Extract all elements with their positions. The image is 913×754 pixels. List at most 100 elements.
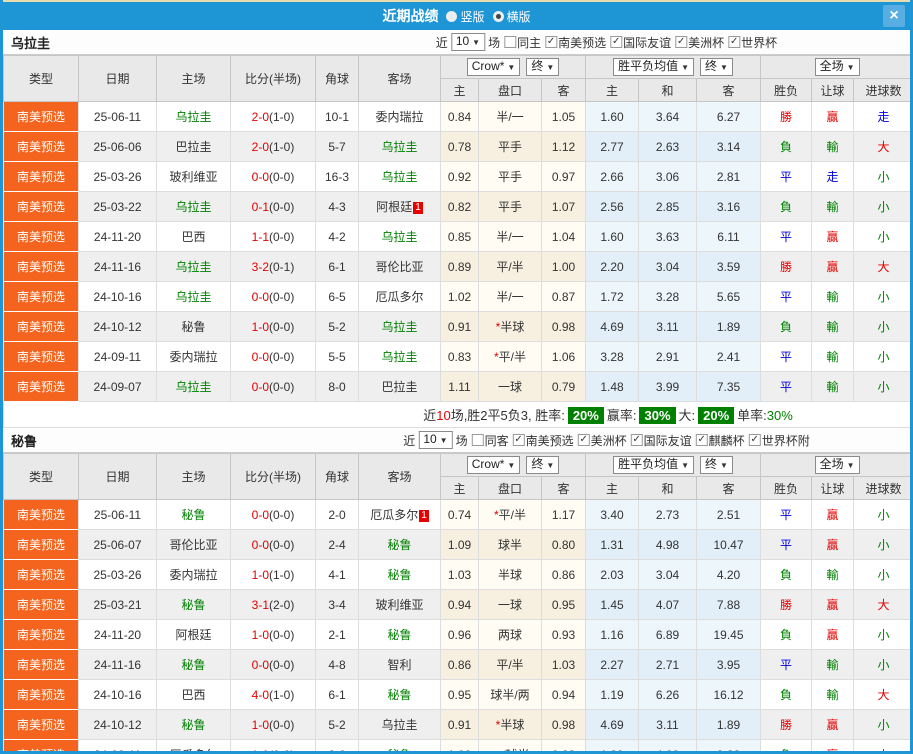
handicap-cell: 半球: [478, 559, 542, 590]
score-cell: 0-0(0-0): [230, 371, 316, 402]
date-cell: 24-10-12: [78, 709, 157, 740]
red-card-badge: 1: [419, 510, 429, 522]
rate-badge: 30%: [639, 407, 676, 424]
competition-checkbox[interactable]: ✓ 美洲杯: [577, 432, 627, 449]
goals-result-cell: 小: [853, 709, 910, 740]
away-team-cell: 乌拉圭: [358, 131, 441, 162]
corner-cell: 2-0: [315, 499, 359, 530]
corner-cell: 6-5: [315, 281, 359, 312]
handicap-cell: 一球: [478, 589, 542, 620]
competition-checkbox[interactable]: ✓ 美洲杯: [675, 34, 724, 51]
match-count-select[interactable]: 10 ▼: [450, 33, 486, 51]
score-cell: 2-0(1-0): [230, 101, 316, 132]
odds-time-select[interactable]: 终 ▼: [526, 58, 560, 76]
column-header: 胜负: [760, 476, 813, 500]
date-cell: 24-10-16: [78, 679, 157, 710]
home-team-cell: 阿根廷: [156, 619, 231, 650]
match-row: 南美预选 25-06-06 巴拉圭 2-0(1-0) 5-7 乌拉圭 0.78 平手 1.12 2…: [3, 131, 910, 162]
competition-checkbox[interactable]: ✓ 南美预选: [512, 432, 574, 449]
mean-home-cell: 1.31: [585, 529, 639, 560]
away-team-cell: 秘鲁: [358, 739, 441, 751]
away-odds-cell: 1.03: [541, 649, 586, 680]
home-team-cell: 秘鲁: [156, 499, 231, 530]
same-venue-checkbox[interactable]: 同主: [504, 34, 541, 51]
column-header: 角球: [315, 453, 359, 500]
match-count-select[interactable]: 10 ▼: [418, 431, 453, 449]
layout-vertical-radio[interactable]: 竖版: [446, 8, 485, 25]
titlebar: 近期战绩 竖版 横版 ×: [3, 2, 910, 30]
competition-checkbox[interactable]: ✓ 世界杯附: [748, 432, 810, 449]
league-cell: 南美预选: [3, 589, 79, 620]
wdl-result-cell: 勝: [760, 101, 813, 132]
checkbox-label: 同客: [484, 433, 509, 448]
layout-horizontal-radio[interactable]: 横版: [492, 8, 531, 25]
scope-select[interactable]: 全场 ▼: [814, 456, 860, 474]
goals-result-cell: 大: [853, 251, 910, 282]
chevron-down-icon: ▼: [846, 461, 855, 470]
mean-draw-cell: 2.85: [638, 191, 697, 222]
mean-draw-cell: 3.04: [638, 559, 697, 590]
competition-checkbox[interactable]: ✓ 麒麟杯: [695, 432, 745, 449]
corner-cell: 4-8: [315, 649, 359, 680]
away-odds-cell: 1.00: [541, 251, 586, 282]
mean-draw-cell: 2.63: [638, 131, 697, 162]
handicap-cell: 两球: [478, 619, 542, 650]
column-header: 比分(半场): [230, 55, 316, 102]
handicap-cell: *平/半: [478, 499, 542, 530]
league-cell: 南美预选: [3, 679, 79, 710]
column-header: 主场: [156, 55, 231, 102]
match-row: 南美预选 25-03-26 委内瑞拉 1-0(1-0) 4-1 秘鲁 1.03 半球 0.86 2…: [3, 559, 910, 590]
competition-checkbox[interactable]: ✓ 世界杯: [728, 34, 777, 51]
mean-draw-cell: 3.11: [638, 709, 697, 740]
scope-select[interactable]: 全场 ▼: [814, 58, 860, 76]
league-cell: 南美预选: [3, 311, 79, 342]
match-row: 南美预选 25-06-07 哥伦比亚 0-0(0-0) 2-4 秘鲁 1.09 球半 0.80 1…: [3, 529, 910, 560]
wdl-result-cell: 負: [760, 739, 813, 751]
away-odds-cell: 0.98: [541, 311, 586, 342]
mean-draw-cell: 6.89: [638, 619, 697, 650]
away-odds-cell: 0.80: [541, 529, 586, 560]
wdl-result-cell: 平: [760, 649, 813, 680]
column-header: 让球: [811, 476, 855, 500]
goals-result-cell: 小: [853, 371, 910, 402]
mean-select[interactable]: 胜平负均值 ▼: [613, 58, 694, 76]
league-cell: 南美预选: [3, 131, 79, 162]
chevron-down-icon: ▼: [507, 63, 516, 72]
wdl-result-cell: 平: [760, 221, 813, 252]
close-icon[interactable]: ×: [883, 5, 905, 27]
away-team-cell: 乌拉圭: [358, 161, 441, 192]
match-row: 南美预选 24-11-16 乌拉圭 3-2(0-1) 6-1 哥伦比亚 0.89 平/半 1.0…: [3, 251, 910, 282]
away-odds-cell: 1.06: [541, 341, 586, 372]
checkbox-label: 麒麟杯: [708, 433, 745, 448]
match-row: 南美预选 24-11-20 巴西 1-1(0-0) 4-2 乌拉圭 0.85 半/一 1.04 1…: [3, 221, 910, 252]
home-odds-cell: 0.82: [440, 191, 479, 222]
score-cell: 4-0(1-0): [230, 679, 316, 710]
match-row: 南美预选 24-10-12 秘鲁 1-0(0-0) 5-2 乌拉圭 0.91 *半球 0.98 4…: [3, 311, 910, 342]
odds-company-select[interactable]: Crow* ▼: [466, 58, 521, 76]
wdl-result-cell: 平: [760, 529, 813, 560]
mean-draw-cell: 6.26: [638, 679, 697, 710]
mean-home-cell: 2.03: [585, 559, 639, 590]
away-team-cell: 巴拉圭: [358, 371, 441, 402]
same-venue-checkbox[interactable]: 同客: [471, 432, 509, 449]
wdl-result-cell: 平: [760, 499, 813, 530]
mean-draw-cell: 3.28: [638, 281, 697, 312]
date-cell: 24-09-11: [78, 341, 157, 372]
mean-time-select[interactable]: 终 ▼: [700, 58, 733, 76]
column-header: 客: [695, 476, 762, 500]
league-cell: 南美预选: [3, 619, 79, 650]
away-odds-cell: 1.05: [541, 101, 586, 132]
home-odds-cell: 0.96: [440, 619, 479, 650]
odds-company-select[interactable]: Crow* ▼: [466, 456, 521, 474]
score-cell: 0-0(0-0): [230, 341, 316, 372]
competition-checkbox[interactable]: ✓ 国际友谊: [610, 34, 671, 51]
competition-checkbox[interactable]: ✓ 南美预选: [545, 34, 606, 51]
home-team-cell: 秘鲁: [156, 589, 231, 620]
mean-time-select[interactable]: 终 ▼: [700, 456, 733, 474]
odds-time-select[interactable]: 终 ▼: [526, 456, 560, 474]
match-row: 南美预选 25-03-21 秘鲁 3-1(2-0) 3-4 玻利维亚 0.94 一球 0.95 1…: [3, 589, 910, 620]
competition-checkbox[interactable]: ✓ 国际友谊: [630, 432, 692, 449]
away-team-cell: 委内瑞拉: [358, 101, 441, 132]
handicap-result-cell: 贏: [811, 589, 855, 620]
mean-select[interactable]: 胜平负均值 ▼: [613, 456, 694, 474]
